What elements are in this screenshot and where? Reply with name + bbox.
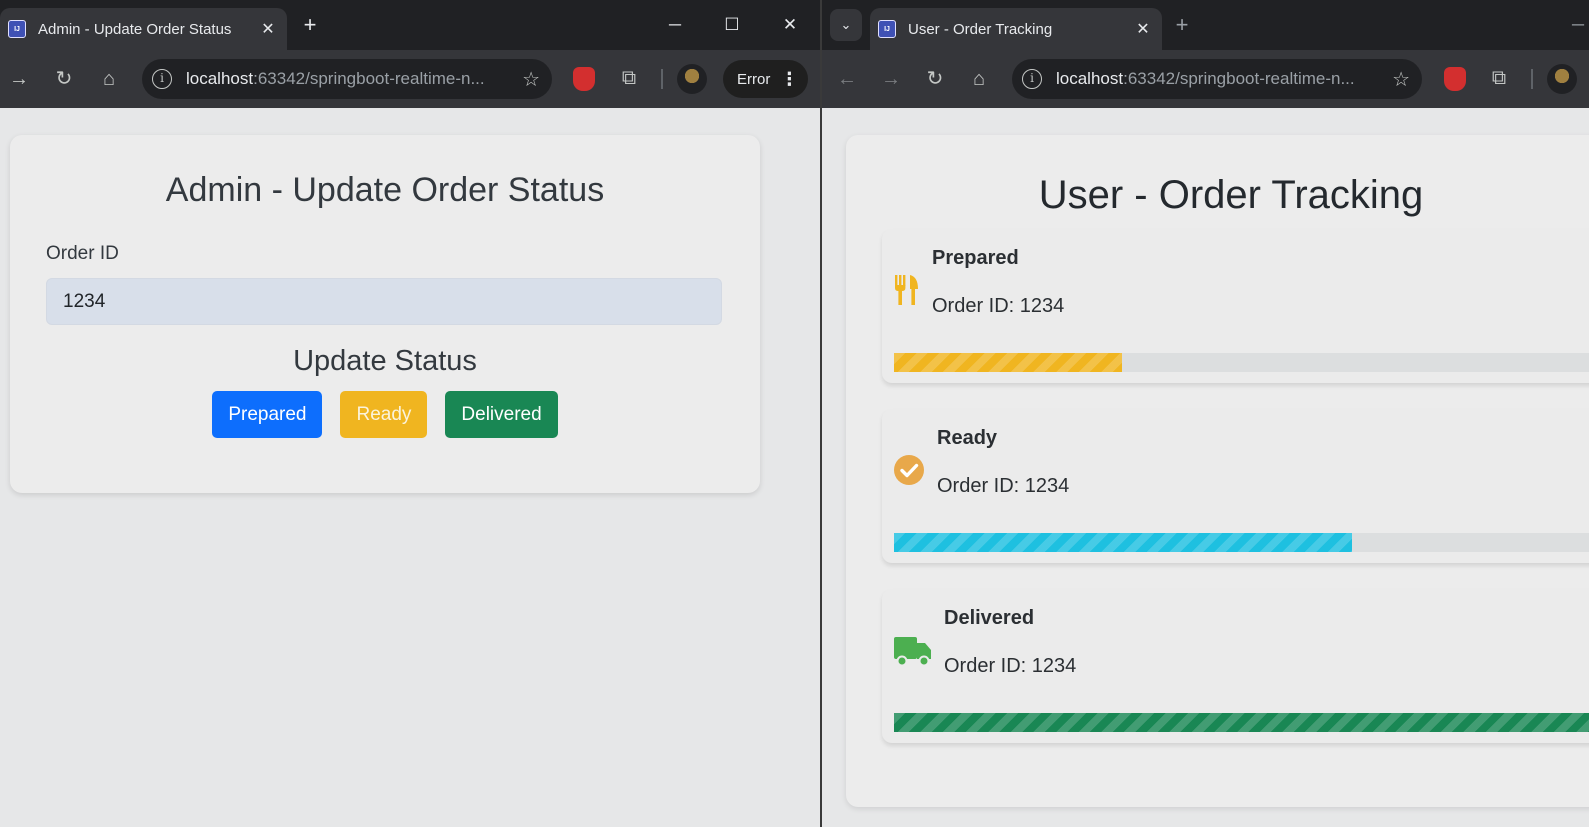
user-browser-window: ⌄ IJ User - Order Tracking ✕ + ─ ← → ↻ ⌂… — [822, 0, 1589, 827]
order-id-label: Order ID — [46, 243, 119, 264]
tab-title: User - Order Tracking — [908, 20, 1053, 38]
tracking-card: User - Order Tracking Prepared Order ID:… — [846, 135, 1589, 807]
url-host: localhost — [1056, 69, 1124, 88]
status-card-delivered: Delivered Order ID: 1234 — [882, 589, 1589, 743]
new-tab-icon[interactable]: + — [296, 12, 324, 40]
update-status-heading: Update Status — [293, 345, 477, 377]
extensions-puzzle-icon[interactable]: ⧉ — [616, 64, 642, 92]
adblock-extension-icon[interactable] — [573, 67, 595, 91]
reload-icon[interactable]: ↻ — [920, 64, 950, 94]
extensions-puzzle-icon[interactable]: ⧉ — [1486, 64, 1512, 92]
page-title: Admin - Update Order Status — [165, 171, 605, 209]
fork-knife-icon — [894, 275, 920, 310]
admin-browser-window: IJ Admin - Update Order Status ✕ + ─ ☐ ✕… — [0, 0, 820, 827]
error-label: Error — [737, 70, 771, 88]
delivered-button[interactable]: Delivered — [445, 391, 558, 438]
close-tab-icon[interactable]: ✕ — [259, 19, 277, 39]
toolbar-separator — [661, 69, 663, 89]
minimize-icon[interactable]: ─ — [1558, 12, 1589, 38]
truck-icon — [894, 635, 932, 672]
progress-track — [894, 533, 1589, 552]
profile-avatar[interactable] — [1547, 64, 1577, 94]
progress-track — [894, 353, 1589, 372]
profile-avatar[interactable] — [677, 64, 707, 94]
order-id-text: Order ID: 1234 — [932, 295, 1065, 317]
site-info-icon[interactable]: i — [152, 69, 172, 89]
status-name: Ready — [937, 427, 998, 449]
page-title: User - Order Tracking — [1038, 173, 1424, 217]
url-host: localhost — [186, 69, 254, 88]
browser-toolbar: → ↻ ⌂ i localhost :63342/springboot-real… — [0, 50, 820, 108]
order-id-text: Order ID: 1234 — [937, 475, 1070, 497]
prepared-button[interactable]: Prepared — [212, 391, 323, 438]
status-card-ready: Ready Order ID: 1234 — [882, 409, 1589, 563]
progress-fill-ready — [894, 533, 1352, 552]
bookmark-star-icon[interactable]: ☆ — [522, 67, 540, 92]
close-tab-icon[interactable]: ✕ — [1134, 19, 1152, 39]
address-bar[interactable]: i localhost :63342/springboot-realtime-n… — [142, 59, 552, 99]
admin-card: Admin - Update Order Status Order ID Upd… — [10, 135, 760, 493]
url-path: :63342/springboot-realtime-n... — [253, 69, 485, 88]
progress-track — [894, 713, 1589, 732]
progress-fill-prepared — [894, 353, 1123, 372]
admin-page-viewport: Admin - Update Order Status Order ID Upd… — [0, 108, 820, 827]
back-icon[interactable]: ← — [832, 64, 862, 94]
new-tab-icon[interactable]: + — [1168, 12, 1196, 40]
home-icon[interactable]: ⌂ — [964, 64, 994, 94]
bookmark-star-icon[interactable]: ☆ — [1392, 67, 1410, 92]
address-bar[interactable]: i localhost :63342/springboot-realtime-n… — [1012, 59, 1422, 99]
kebab-menu-icon: ⋮ — [780, 68, 799, 89]
adblock-extension-icon[interactable] — [1444, 67, 1466, 91]
tracking-page-viewport: User - Order Tracking Prepared Order ID:… — [822, 108, 1589, 827]
status-name: Prepared — [932, 247, 1019, 269]
tab-search-icon[interactable]: ⌄ — [830, 9, 862, 41]
tab-bar: ⌄ IJ User - Order Tracking ✕ + ─ — [822, 0, 1589, 50]
tab-admin[interactable]: IJ Admin - Update Order Status ✕ — [0, 8, 287, 50]
site-info-icon[interactable]: i — [1022, 69, 1042, 89]
browser-toolbar: ← → ↻ ⌂ i localhost :63342/springboot-re… — [822, 50, 1589, 108]
status-name: Delivered — [944, 607, 1035, 629]
ready-button[interactable]: Ready — [340, 391, 428, 438]
toolbar-separator — [1531, 69, 1533, 89]
url-path: :63342/springboot-realtime-n... — [1123, 69, 1355, 88]
forward-icon[interactable]: → — [4, 64, 34, 94]
order-id-text: Order ID: 1234 — [944, 655, 1077, 677]
forward-icon[interactable]: → — [876, 64, 906, 94]
reload-icon[interactable]: ↻ — [49, 64, 79, 94]
close-window-icon[interactable]: ✕ — [770, 12, 810, 38]
intellij-favicon-icon: IJ — [878, 20, 896, 38]
home-icon[interactable]: ⌂ — [94, 64, 124, 94]
progress-fill-delivered — [894, 713, 1589, 732]
tab-title: Admin - Update Order Status — [38, 20, 232, 38]
order-id-input[interactable] — [46, 278, 722, 325]
intellij-favicon-icon: IJ — [8, 20, 26, 38]
error-menu-button[interactable]: Error ⋮ — [723, 60, 809, 98]
minimize-icon[interactable]: ─ — [655, 12, 695, 38]
status-card-prepared: Prepared Order ID: 1234 — [882, 229, 1589, 383]
maximize-icon[interactable]: ☐ — [712, 12, 752, 38]
tab-user-tracking[interactable]: IJ User - Order Tracking ✕ — [870, 8, 1162, 50]
check-circle-icon — [894, 455, 924, 490]
status-button-group: Prepared Ready Delivered — [10, 391, 760, 438]
tab-bar: IJ Admin - Update Order Status ✕ + ─ ☐ ✕ — [0, 0, 820, 50]
